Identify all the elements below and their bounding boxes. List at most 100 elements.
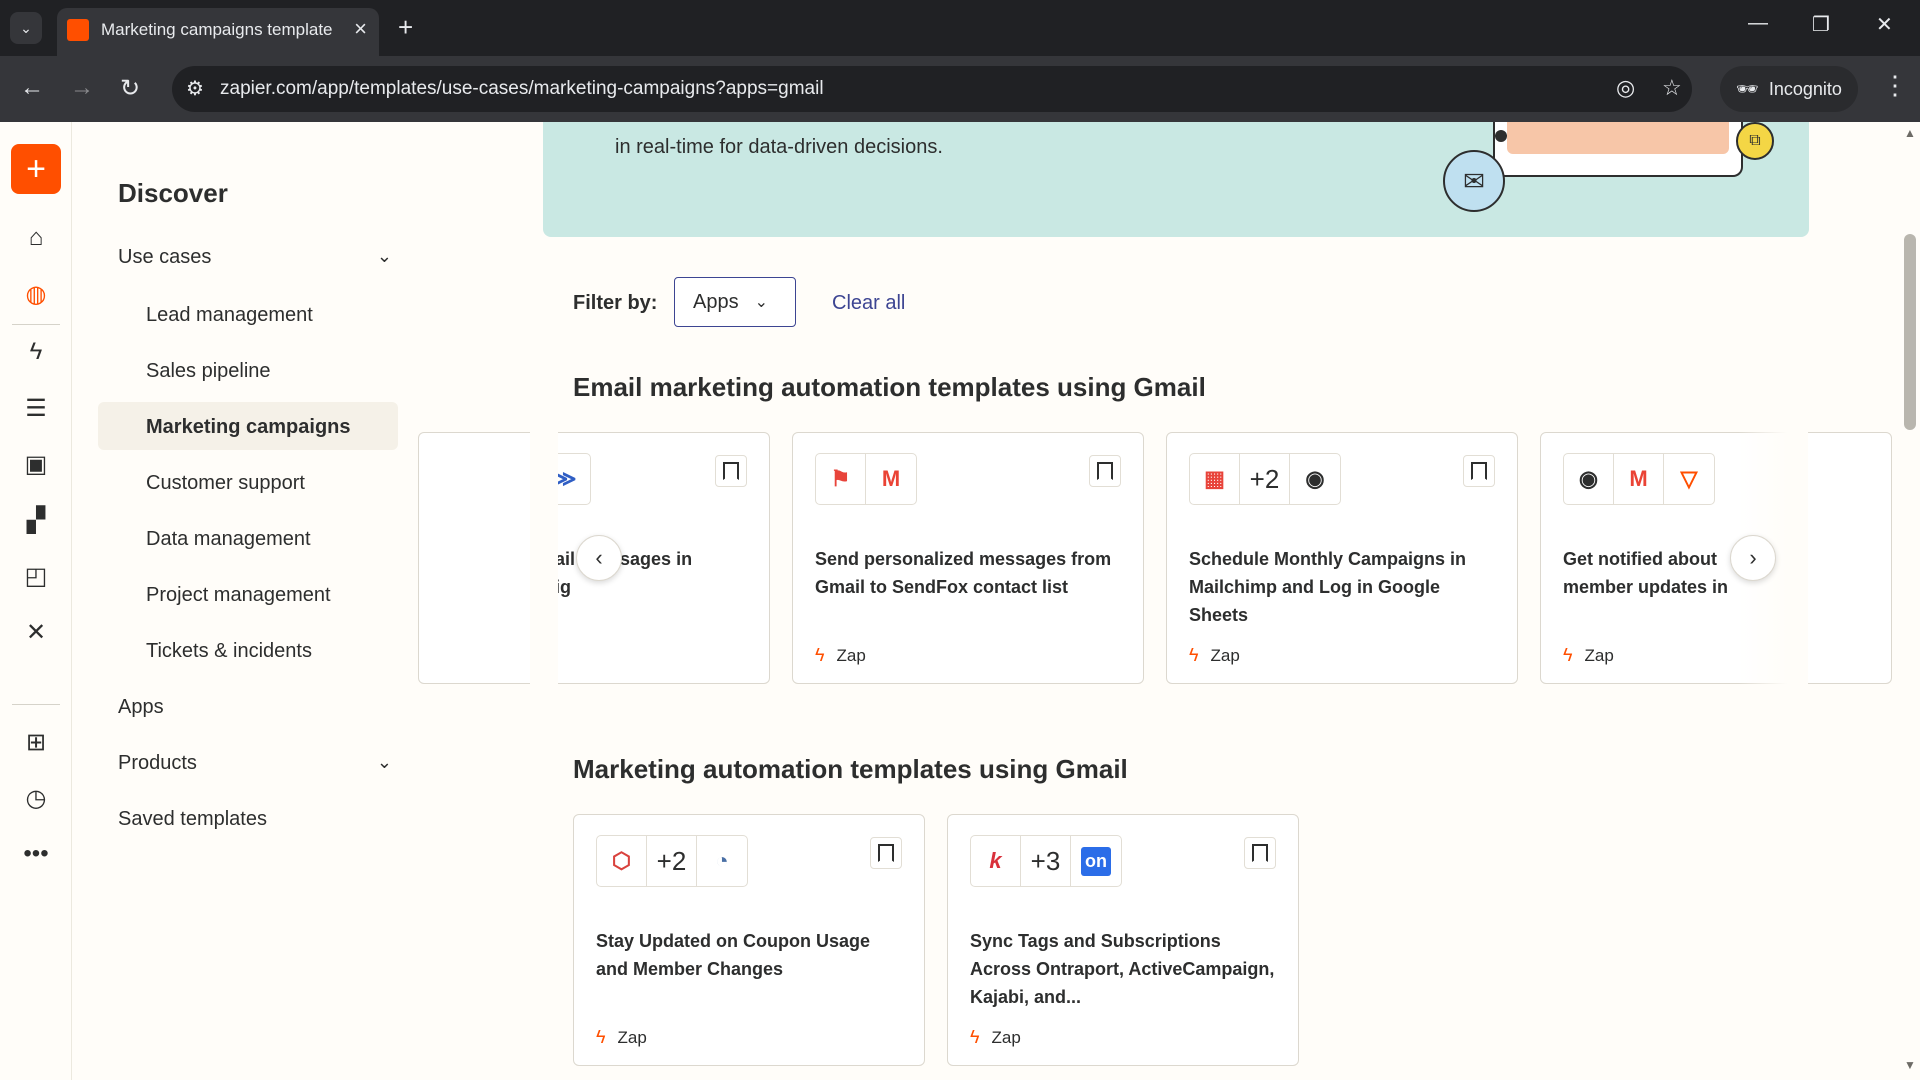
sidebar-item-tickets-incidents[interactable]: Tickets & incidents	[146, 640, 312, 663]
card-title: Send personalized messages from Gmail to…	[815, 549, 1112, 597]
tab-search-icon[interactable]: ⌄	[10, 12, 42, 44]
template-card[interactable]: ⬡ +2 ◔ Stay Updated on Coupon Usage and …	[573, 814, 925, 1066]
schedule-calendar-icon: ▦	[1190, 454, 1240, 504]
tab-close-icon[interactable]: ×	[354, 16, 367, 42]
incognito-label: Incognito	[1768, 78, 1842, 99]
card-type-label: Zap	[991, 1027, 1021, 1047]
template-card[interactable]: ⚑ M Send personalized messages from Gmai…	[792, 432, 1144, 684]
new-tab-icon[interactable]: +	[398, 12, 413, 43]
restore-icon[interactable]: ❐	[1812, 12, 1830, 37]
browser-menu-icon[interactable]: ⋮	[1882, 70, 1908, 101]
ontraport-icon: on	[1071, 836, 1121, 886]
more-dots-icon[interactable]: •••	[22, 840, 50, 868]
sidebar-heading: Discover	[118, 178, 228, 208]
sidebar-item-project-management[interactable]: Project management	[146, 584, 331, 607]
reload-icon[interactable]: ↻	[120, 74, 140, 103]
eye-off-icon[interactable]: ◎	[1616, 75, 1635, 101]
bookmark-icon[interactable]	[870, 837, 902, 869]
template-card[interactable]: k +3 on Sync Tags and Subscriptions Acro…	[947, 814, 1299, 1066]
card-title-fragment: ail	[555, 549, 576, 569]
card-type-label: Zap	[1584, 645, 1614, 665]
incognito-icon: 🕶	[1736, 78, 1759, 99]
browser-tab-bar: ⌄ Marketing campaigns template × + — ❐ ✕	[0, 0, 1920, 56]
incognito-indicator[interactable]: 🕶 Incognito	[1720, 66, 1858, 112]
template-card[interactable]: ◉ M ▽ Get notified about member updates …	[1540, 432, 1892, 684]
chevron-down-icon[interactable]: ⌄	[377, 752, 392, 773]
bookmark-icon[interactable]	[1463, 455, 1495, 487]
address-bar[interactable]: ⚙ zapier.com/app/templates/use-cases/mar…	[172, 66, 1692, 112]
apps-grid-icon[interactable]: ⊞	[22, 728, 50, 756]
history-clock-icon[interactable]: ◷	[22, 784, 50, 812]
create-plus-icon[interactable]: +	[11, 144, 61, 194]
bookmark-icon[interactable]	[1244, 837, 1276, 869]
sidebar-item-products[interactable]: Products	[118, 752, 197, 775]
sidebar-item-customer-support[interactable]: Customer support	[146, 472, 305, 495]
chat-badge-icon: ⧉	[1736, 122, 1774, 160]
mailchimp-icon: ◉	[1564, 454, 1614, 504]
zapier-favicon-icon	[67, 19, 89, 41]
back-icon[interactable]: ←	[20, 74, 44, 102]
agents-icon[interactable]: ✕	[22, 618, 50, 646]
tables-icon[interactable]: ☰	[22, 394, 50, 422]
apps-filter-select[interactable]: Apps ⌄	[674, 277, 796, 327]
browser-toolbar: ← → ↻ ⚙ zapier.com/app/templates/use-cas…	[0, 56, 1920, 122]
card-type: ϟ Zap	[815, 645, 866, 666]
more-apps-count: +3	[1021, 836, 1071, 886]
home-icon[interactable]: ⌂	[22, 224, 50, 252]
forward-icon[interactable]: →	[70, 74, 94, 102]
zap-bolt-icon: ϟ	[1189, 645, 1199, 665]
carousel-left-edge	[530, 425, 558, 685]
zap-bolt-icon: ϟ	[815, 645, 825, 665]
browser-tab[interactable]: Marketing campaigns template ×	[57, 8, 379, 56]
card-type: ϟ Zap	[970, 1027, 1021, 1048]
zaps-bolt-icon[interactable]: ϟ	[22, 338, 50, 366]
zap-bolt-icon: ϟ	[596, 1027, 606, 1047]
carousel-prev-button[interactable]: ‹	[576, 535, 622, 581]
minimize-icon[interactable]: —	[1748, 12, 1768, 35]
bookmark-icon[interactable]	[715, 455, 747, 487]
card-type: ϟ Zap	[1563, 645, 1614, 666]
scroll-thumb[interactable]	[1904, 234, 1916, 430]
url-text[interactable]: zapier.com/app/templates/use-cases/marke…	[220, 78, 824, 100]
sidebar-item-saved-templates[interactable]: Saved templates	[118, 808, 267, 831]
card-type-label: Zap	[836, 645, 866, 665]
app-rail: + ⌂ ◍ ϟ ☰ ▣ ▞ ◰ ✕ ⊞ ◷ •••	[0, 122, 72, 1080]
template-card[interactable]: ▦ +2 ◉ Schedule Monthly Campaigns in Mai…	[1166, 432, 1518, 684]
rail-divider	[12, 324, 60, 325]
sidebar-item-data-management[interactable]: Data management	[146, 528, 311, 551]
card-app-icons: k +3 on	[970, 835, 1122, 887]
scroll-down-icon[interactable]: ▼	[1904, 1058, 1916, 1072]
discover-sidebar: Discover Use cases ⌄ Lead management Sal…	[72, 122, 412, 1080]
interfaces-icon[interactable]: ▣	[22, 450, 50, 478]
card-title-fragment: sages in	[620, 549, 693, 569]
sidebar-item-apps[interactable]: Apps	[118, 696, 164, 719]
chevron-down-icon[interactable]: ⌄	[377, 246, 392, 267]
page-scrollbar[interactable]: ▲ ▼	[1900, 122, 1920, 1080]
card-title: Stay Updated on Coupon Usage and Member …	[596, 931, 871, 979]
sidebar-item-lead-management[interactable]: Lead management	[146, 304, 313, 327]
coupon-app-icon: ⬡	[597, 836, 647, 886]
card-type-label: Zap	[617, 1027, 647, 1047]
chatbots-icon[interactable]: ▞	[22, 506, 50, 534]
filter-funnel-icon: ▽	[1680, 466, 1698, 491]
window-close-icon[interactable]: ✕	[1876, 12, 1893, 37]
card-title: Schedule Monthly Campaigns in Mailchimp …	[1189, 549, 1467, 625]
sidebar-item-marketing-campaigns[interactable]: Marketing campaigns	[146, 416, 351, 439]
filter-label: Filter by:	[573, 292, 658, 314]
sidebar-item-sales-pipeline[interactable]: Sales pipeline	[146, 360, 271, 383]
card-type: ϟ Zap	[596, 1027, 647, 1048]
site-info-icon[interactable]: ⚙	[186, 76, 204, 101]
bookmark-icon[interactable]	[1089, 455, 1121, 487]
zap-bolt-icon: ϟ	[970, 1027, 980, 1047]
tab-title: Marketing campaigns template	[101, 20, 333, 39]
mail-icon: ✉	[1443, 150, 1505, 212]
discover-globe-icon[interactable]: ◍	[22, 280, 50, 308]
sidebar-item-use-cases[interactable]: Use cases	[118, 246, 211, 269]
bookmark-star-icon[interactable]: ☆	[1662, 75, 1682, 101]
more-apps-count: +2	[647, 836, 697, 886]
canvas-icon[interactable]: ◰	[22, 562, 50, 590]
clear-all-link[interactable]: Clear all	[832, 292, 905, 315]
hero-banner: in real-time for data-driven decisions. …	[543, 122, 1809, 237]
carousel-next-button[interactable]: ›	[1730, 535, 1776, 581]
scroll-up-icon[interactable]: ▲	[1904, 126, 1916, 140]
